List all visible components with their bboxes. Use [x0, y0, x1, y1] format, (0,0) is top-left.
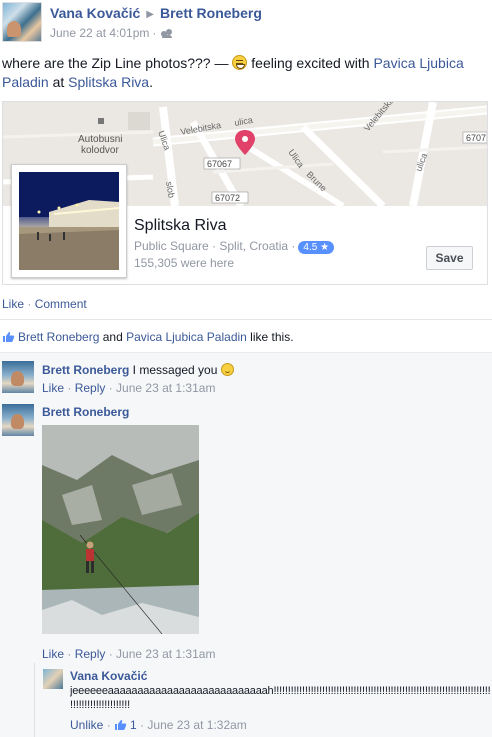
place-card[interactable]: Autobusni kolodvor Velebitska ulica Vele…: [2, 101, 488, 285]
and-text: and: [99, 330, 127, 344]
separator: ·: [105, 381, 117, 395]
post-actions: Like · Comment: [2, 297, 87, 311]
post-body-text: where are the Zip Line photos??? —: [2, 55, 233, 71]
separator: ·: [64, 647, 75, 661]
comment-body: Brett Roneberg: [42, 405, 129, 419]
like-this-text: like this.: [246, 330, 294, 344]
commenter-avatar[interactable]: [2, 361, 34, 393]
reply-avatar[interactable]: [43, 669, 63, 689]
map-label: kolodvor: [81, 145, 119, 156]
place-title[interactable]: Splitska Riva: [134, 217, 226, 235]
comment-actions: Like · Reply · June 23 at 1:31am: [42, 381, 215, 395]
feeling-text: feeling excited with: [251, 55, 374, 71]
post-author-line: Vana Kovačić ▶ Brett Roneberg: [50, 5, 262, 21]
reply-text-cont: !!!!!!!!!!!!!!!!!!!!!: [70, 699, 130, 711]
place-photo-image: [19, 172, 119, 270]
reply-actions: Unlike · 1 · June 23 at 1:32am: [70, 718, 247, 732]
author-link[interactable]: Vana Kovačić: [50, 5, 140, 21]
period: .: [149, 74, 153, 90]
comment-time[interactable]: June 23 at 1:31am: [116, 381, 215, 395]
arrow-right-icon: ▶: [146, 9, 154, 20]
comment-link[interactable]: Comment: [35, 297, 87, 311]
reply-thread: Vana Kovačić jeeeeeeaaaaaaaaaaaaaaaaaaaa…: [34, 663, 492, 737]
separator: ·: [64, 381, 75, 395]
target-link[interactable]: Brett Roneberg: [160, 5, 262, 21]
map-label: 6707: [466, 133, 486, 143]
reply-text: jeeeeeeaaaaaaaaaaaaaaaaaaaaaaaaaaah!!!!!…: [70, 685, 490, 697]
liker-link[interactable]: Brett Roneberg: [18, 330, 99, 344]
separator: ·: [152, 26, 157, 40]
save-button[interactable]: Save: [426, 246, 473, 270]
place-photo[interactable]: [11, 164, 127, 278]
comment-like-link[interactable]: Like: [42, 381, 64, 395]
place-visits: 155,305 were here: [134, 256, 235, 270]
post-timestamp[interactable]: June 22 at 4:01pm: [50, 26, 149, 40]
separator: ·: [105, 647, 117, 661]
divider: [0, 319, 492, 320]
map-label: 67072: [215, 193, 240, 203]
comment-reply-link[interactable]: Reply: [75, 647, 106, 661]
reply-author-link[interactable]: Vana Kovačić: [70, 669, 147, 683]
excited-emoji-icon: [232, 55, 248, 70]
comment-like-link[interactable]: Like: [42, 647, 64, 661]
comment-body: Brett Roneberg I messaged you: [42, 363, 234, 377]
post-meta: June 22 at 4:01pm ·: [50, 26, 173, 40]
comment-actions: Like · Reply · June 23 at 1:31am: [42, 647, 215, 661]
separator: ·: [103, 718, 115, 732]
author-avatar[interactable]: [2, 2, 42, 42]
unlike-link[interactable]: Unlike: [70, 718, 103, 732]
commenter-name-link[interactable]: Brett Roneberg: [42, 363, 129, 377]
rating-badge: 4.5 ★: [298, 241, 335, 254]
comment-time[interactable]: June 23 at 1:31am: [116, 647, 215, 661]
commenter-name-link[interactable]: Brett Roneberg: [42, 405, 129, 419]
post-header: Vana Kovačić ▶ Brett Roneberg June 22 at 4…: [2, 2, 490, 44]
comment-reply-link[interactable]: Reply: [75, 381, 106, 395]
place-category: Public Square · Split, Croatia · 4.5 ★: [134, 239, 335, 254]
zipline-photo-graphic: [42, 425, 199, 634]
place-category-text: Public Square · Split, Croatia ·: [134, 239, 296, 253]
reply-time[interactable]: June 23 at 1:32am: [147, 718, 246, 732]
map-label: 67067: [207, 159, 232, 169]
like-thumb-icon[interactable]: [114, 719, 127, 731]
liker-link[interactable]: Pavica Ljubica Paladin: [126, 330, 247, 344]
separator: ·: [24, 297, 35, 311]
at-text: at: [48, 74, 69, 90]
comment-photo[interactable]: [42, 425, 199, 634]
friends-audience-icon[interactable]: [161, 29, 173, 38]
post-text: where are the Zip Line photos??? — feeli…: [2, 54, 488, 92]
likes-summary: Brett Roneberg and Pavica Ljubica Paladi…: [2, 330, 294, 344]
reply-name: Vana Kovačić: [70, 669, 147, 683]
place-link[interactable]: Splitska Riva: [68, 74, 149, 90]
commenter-avatar[interactable]: [2, 404, 34, 436]
comment-text: I messaged you: [129, 363, 221, 377]
separator: ·: [136, 718, 148, 732]
smile-emoji-icon: [220, 363, 234, 376]
reply-like-count[interactable]: 1: [130, 718, 137, 732]
like-thumb-icon: [3, 332, 15, 342]
map-label: Autobusni: [78, 134, 122, 145]
like-link[interactable]: Like: [2, 297, 24, 311]
